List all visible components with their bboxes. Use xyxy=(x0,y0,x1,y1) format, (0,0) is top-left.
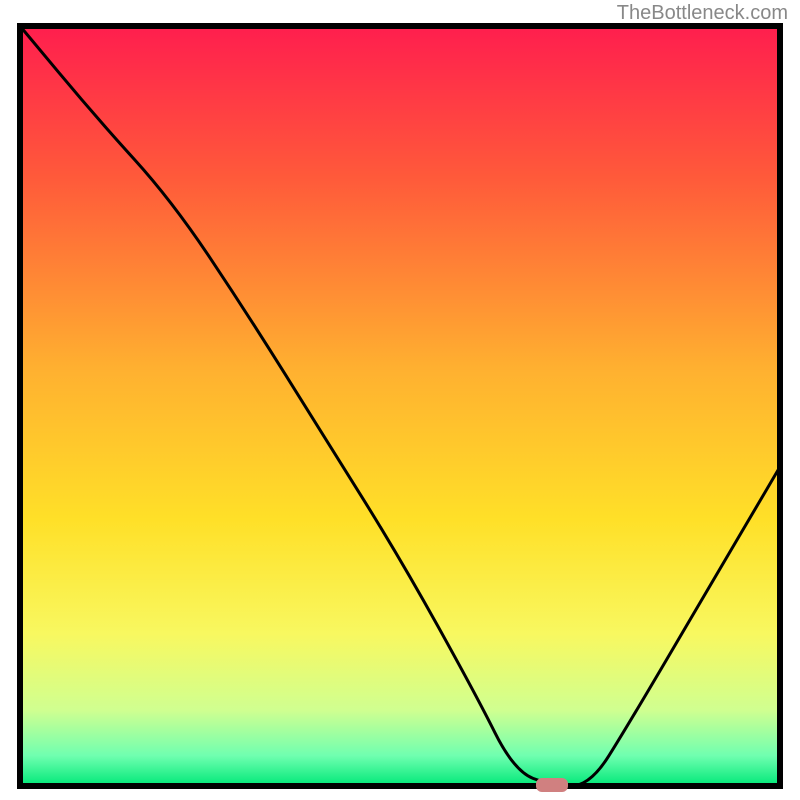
plot-background xyxy=(20,26,780,786)
watermark-text: TheBottleneck.com xyxy=(617,2,788,25)
optimal-marker xyxy=(536,778,568,792)
chart-container: TheBottleneck.com xyxy=(0,0,800,800)
chart-svg xyxy=(0,0,800,800)
